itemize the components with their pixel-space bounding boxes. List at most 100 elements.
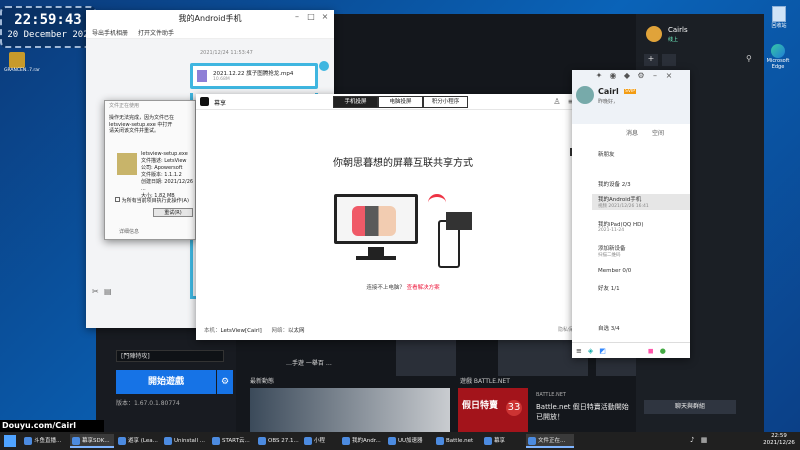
qq-window: ✦ ◉ ◆ ⚙ – × Cairl SVIP 昨晚好， 消息 空间 新朋友 我的… — [572, 70, 690, 358]
bnet-label: BATTLE.NET — [536, 392, 566, 398]
sale-banner[interactable]: 假日特賣 33 — [458, 388, 528, 434]
retry-button[interactable]: 重试(R) — [153, 208, 193, 217]
apply-all-checkbox[interactable]: 为所有当前项目执行此操作(A) — [115, 197, 189, 205]
news-banner[interactable] — [250, 388, 450, 434]
device-info: 本机：LetsView[Cairl] 网络：以太网 — [204, 326, 305, 334]
play-button[interactable]: 開始遊戲 — [116, 370, 216, 394]
tab-phone-cast[interactable]: 手机投屏 — [333, 96, 378, 108]
close-button[interactable]: × — [318, 12, 332, 21]
scroll-icon[interactable] — [319, 61, 329, 71]
news-card-1[interactable] — [396, 340, 456, 376]
qq-signature: 昨晚好， — [598, 99, 619, 105]
network-icon[interactable]: ▦ — [701, 436, 708, 444]
taskbar-item[interactable]: 遊享 (Lea... — [116, 434, 160, 448]
groups-icon[interactable] — [662, 54, 676, 66]
taskbar-item[interactable]: Uninstall ... — [162, 434, 208, 448]
qq-badge: SVIP — [624, 89, 636, 94]
mode-tabs: 手机投屏 电脑投屏 积分小程序 — [333, 96, 468, 108]
tab-space[interactable]: 空间 — [652, 128, 664, 137]
desktop-icon-label: Microsoft Edge — [766, 58, 790, 70]
taskbar-item[interactable]: 幕享SDK... — [70, 434, 114, 448]
qq-icon-2[interactable]: ◉ — [606, 71, 620, 80]
illustration — [334, 194, 474, 274]
tab-pc-cast[interactable]: 电脑投屏 — [378, 96, 423, 108]
app-icon[interactable]: ◼ — [648, 347, 654, 355]
solution-link[interactable]: 查看解决方案 — [407, 285, 440, 291]
sale-number: 33 — [506, 400, 522, 416]
edge-icon — [771, 44, 785, 58]
news-title: …手遊 一舉百 … — [286, 360, 332, 367]
close-button[interactable]: × — [662, 71, 676, 80]
taskbar-item[interactable]: 幕享 — [482, 434, 522, 448]
message-date: 2021/12/24 11:53:47 — [200, 50, 253, 56]
settings-icon[interactable]: ⚙ — [634, 71, 648, 80]
taskbar-item[interactable]: START云... — [210, 434, 254, 448]
desktop-icon-edge[interactable]: Microsoft Edge — [760, 44, 796, 70]
app-icon[interactable]: ◩ — [599, 347, 606, 355]
taskbar-item[interactable]: OBS 27.1... — [256, 434, 300, 448]
taskbar-item[interactable]: Battle.net — [434, 434, 478, 448]
file-bubble[interactable]: 2021.12.22 旗子图腾抢龙.mp4 10.68M — [190, 63, 318, 89]
system-tray: ♪ ▦ — [690, 436, 750, 446]
volume-icon[interactable]: ♪ — [690, 436, 694, 444]
row-sub: 扫描二维码 — [598, 253, 621, 258]
add-friend-icon[interactable]: + — [644, 54, 658, 66]
start-button[interactable] — [4, 435, 16, 447]
desktop-icon-archive[interactable]: GRANCEN..7.rar — [4, 52, 40, 73]
clock-overlay: 22:59:43 20 December 202 — [0, 6, 96, 48]
menu-icon[interactable]: ≡ — [576, 347, 582, 355]
video-file-icon — [197, 70, 207, 82]
open-assistant-button[interactable]: 打开文件助手 — [138, 28, 174, 37]
qq-icon-1[interactable]: ✦ — [592, 71, 606, 80]
qq-icon-3[interactable]: ◆ — [620, 71, 634, 80]
list-item[interactable]: 添加新设备 扫描二维码 — [598, 244, 626, 258]
taskbar-clock[interactable]: 22:59 2021/12/26 — [760, 433, 798, 447]
taskbar-item[interactable]: 我的Andr... — [340, 434, 384, 448]
file-name: 2021.12.22 旗子图腾抢龙.mp4 — [213, 71, 294, 77]
section-battle-net: 遊戲 BATTLE.NET — [460, 378, 510, 385]
friends-search-icon[interactable]: ⚲ — [746, 54, 752, 63]
letsview-logo-icon — [200, 97, 209, 106]
region-select[interactable]: [門陣特攻] — [116, 350, 224, 362]
desktop-icon-recycle-bin[interactable]: 回收站 — [764, 6, 794, 29]
letsview-window: 幕享 手机投屏 电脑投屏 积分小程序 ♙ ≡ – × 1205 你朝思暮想的屏幕… — [196, 94, 610, 340]
avatar[interactable] — [646, 26, 662, 42]
list-item[interactable]: 自选 3/4 — [598, 324, 620, 332]
play-settings-button[interactable]: ⚙ — [217, 370, 233, 394]
chat-button[interactable]: 聊天與群組 — [644, 400, 736, 414]
list-item[interactable]: 我的iPad(QQ HD) 2021-11-24 — [598, 220, 644, 233]
app-icon[interactable]: ◈ — [588, 347, 593, 355]
my-devices-group[interactable]: 我的设备 2/3 — [598, 180, 631, 188]
detail-line: letsview-setup.exe — [141, 151, 188, 157]
taskbar-item[interactable]: 斗鱼直播... — [22, 434, 68, 448]
detail-line: 文件描述: LetsView — [141, 158, 187, 164]
tab-mini-program[interactable]: 积分小程序 — [423, 96, 468, 108]
taskbar-item[interactable]: 小程 — [302, 434, 336, 448]
dialog-message: 操作无法完成，因为文件已在 letsview-setup.exe 中打开 — [109, 115, 175, 128]
taskbar-item[interactable]: 文件正在... — [526, 434, 574, 448]
minimize-button[interactable]: – — [648, 71, 662, 80]
promo-title[interactable]: Battle.net 假日特賣活動開始 — [536, 402, 629, 412]
list-item[interactable]: 好友 1/1 — [598, 284, 620, 292]
presenter-figure — [446, 212, 472, 230]
desktop-icon-label: 回收站 — [771, 23, 787, 29]
minimize-button[interactable]: – — [290, 12, 304, 21]
app-icon[interactable]: ● — [660, 347, 666, 355]
scissor-icon[interactable]: ✂ — [92, 287, 99, 296]
qq-avatar[interactable] — [576, 86, 594, 104]
cant-connect-label: 连接不上电脑？ — [366, 285, 405, 291]
details-toggle[interactable]: 详细信息 — [119, 229, 139, 236]
detail-line: 文件版本: 1.1.1.2 — [141, 172, 182, 178]
tab-messages[interactable]: 消息 — [626, 128, 638, 137]
user-icon[interactable]: ♙ — [550, 97, 564, 106]
taskbar-item[interactable]: UU加速器 — [386, 434, 430, 448]
folder-icon[interactable]: ▤ — [104, 287, 112, 296]
list-item[interactable]: Member 0/0 — [598, 268, 631, 274]
list-item[interactable]: 我的Android手机 视频 2021/12/26 16:41 — [592, 194, 690, 210]
toolbar: 导出手机相册 打开文件助手 — [86, 26, 334, 39]
maximize-button[interactable]: □ — [304, 12, 318, 21]
dialog-hint: 请关闭该文件并重试。 — [109, 128, 160, 134]
new-friends-row[interactable]: 新朋友 — [598, 150, 615, 158]
title-bar: 我的Android手机 – □ × — [86, 10, 334, 26]
export-album-button[interactable]: 导出手机相册 — [92, 28, 128, 37]
